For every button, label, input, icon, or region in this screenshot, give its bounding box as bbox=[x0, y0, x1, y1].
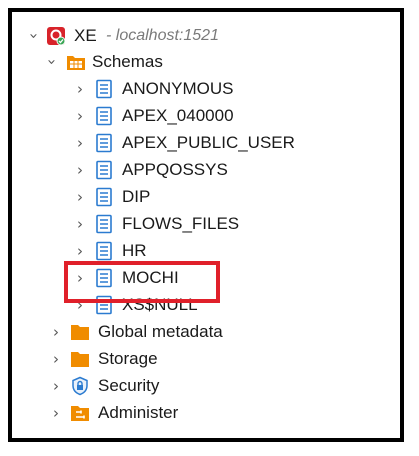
tree-node-schema-anonymous[interactable]: › ANONYMOUS bbox=[12, 76, 402, 102]
folder-label: Administer bbox=[98, 403, 179, 422]
chevron-right-icon[interactable]: › bbox=[72, 134, 88, 152]
schema-label: APPQOSSYS bbox=[122, 160, 228, 179]
chevron-right-icon[interactable]: › bbox=[48, 377, 64, 395]
administer-icon bbox=[70, 403, 90, 423]
schema-icon bbox=[94, 214, 114, 234]
chevron-right-icon[interactable]: › bbox=[72, 161, 88, 179]
connection-detail: - localhost:1521 bbox=[106, 27, 219, 44]
folder-icon bbox=[70, 349, 90, 369]
folder-icon bbox=[70, 322, 90, 342]
database-connection-icon bbox=[46, 26, 66, 46]
tree-node-storage[interactable]: › Storage bbox=[12, 346, 402, 372]
navigator-tree-frame: › XE - localhost:1521 › Schemas › ANONYM… bbox=[8, 8, 404, 442]
schema-label: ANONYMOUS bbox=[122, 79, 234, 98]
schema-label: APEX_PUBLIC_USER bbox=[122, 133, 295, 152]
tree-node-schema-flows-files[interactable]: › FLOWS_FILES bbox=[12, 211, 402, 237]
schema-label: DIP bbox=[122, 187, 151, 206]
schema-label: APEX_040000 bbox=[122, 106, 234, 125]
chevron-down-icon[interactable]: › bbox=[43, 54, 61, 70]
chevron-right-icon[interactable]: › bbox=[72, 215, 88, 233]
schema-icon bbox=[94, 187, 114, 207]
tree-node-security[interactable]: › Security bbox=[12, 373, 402, 399]
folder-label: Security bbox=[98, 376, 160, 395]
folder-label: Global metadata bbox=[98, 322, 223, 341]
schema-icon bbox=[94, 160, 114, 180]
tree-node-schemas[interactable]: › Schemas bbox=[12, 49, 402, 75]
schema-label: FLOWS_FILES bbox=[122, 214, 240, 233]
tree-node-global-metadata[interactable]: › Global metadata bbox=[12, 319, 402, 345]
chevron-right-icon[interactable]: › bbox=[72, 80, 88, 98]
tree-node-schema-dip[interactable]: › DIP bbox=[12, 184, 402, 210]
chevron-right-icon[interactable]: › bbox=[48, 350, 64, 368]
tree-node-schema-apex-040000[interactable]: › APEX_040000 bbox=[12, 103, 402, 129]
tree-node-administer[interactable]: › Administer bbox=[12, 400, 402, 426]
tree-node-schema-apex-public-user[interactable]: › APEX_PUBLIC_USER bbox=[12, 130, 402, 156]
schema-icon bbox=[94, 79, 114, 99]
tree-node-schema-appqossys[interactable]: › APPQOSSYS bbox=[12, 157, 402, 183]
tree-node-connection[interactable]: › XE - localhost:1521 bbox=[12, 23, 402, 49]
connection-name: XE bbox=[74, 26, 97, 45]
schemas-folder-icon bbox=[66, 52, 86, 72]
chevron-right-icon[interactable]: › bbox=[72, 242, 88, 260]
chevron-right-icon[interactable]: › bbox=[72, 188, 88, 206]
schema-icon bbox=[94, 106, 114, 126]
chevron-down-icon[interactable]: › bbox=[25, 28, 43, 44]
schemas-label: Schemas bbox=[92, 52, 163, 71]
schema-icon bbox=[94, 133, 114, 153]
chevron-right-icon[interactable]: › bbox=[48, 404, 64, 422]
highlight-box-mochi bbox=[64, 261, 220, 303]
chevron-right-icon[interactable]: › bbox=[48, 323, 64, 341]
security-shield-icon bbox=[70, 376, 90, 396]
folder-label: Storage bbox=[98, 349, 158, 368]
chevron-right-icon[interactable]: › bbox=[72, 107, 88, 125]
schema-label: HR bbox=[122, 241, 147, 260]
schema-icon bbox=[94, 241, 114, 261]
